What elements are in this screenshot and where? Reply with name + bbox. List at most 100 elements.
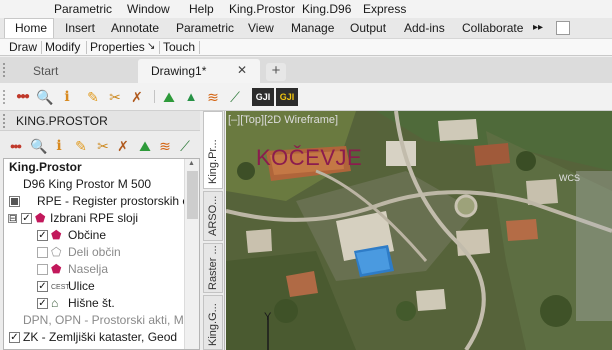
tree-item[interactable]: ⬟ Naselja xyxy=(4,261,184,278)
checkbox-partial[interactable] xyxy=(9,196,20,207)
viewcube-wcs-label[interactable]: WCS xyxy=(559,173,580,183)
drawing-viewport[interactable]: [–][Top][2D Wireframe] KOČEVJE Y WCS xyxy=(226,111,612,350)
tag-icon[interactable]: ✂ xyxy=(94,137,112,155)
close-tab-icon[interactable]: ✕ xyxy=(237,63,247,77)
tree-item-label: RPE - Register prostorskih en xyxy=(37,194,196,208)
panel-modify[interactable]: Modify xyxy=(45,40,80,54)
contour-lines-icon[interactable]: ≋ xyxy=(156,137,174,155)
tab-add-ins[interactable]: Add-ins xyxy=(404,21,445,35)
panel-separator xyxy=(41,41,42,54)
side-tab-label: Raster ... xyxy=(207,245,219,290)
ribbon-panel-bar: Draw Modify Properties ↘ Touch xyxy=(0,38,612,56)
new-tab-button[interactable]: + xyxy=(266,63,286,81)
grip-icon xyxy=(3,114,7,128)
tree-item-label: Občine xyxy=(68,228,107,242)
side-tab-king-g[interactable]: King.G... xyxy=(203,295,223,350)
panel-separator xyxy=(159,41,160,54)
tab-collaborate[interactable]: Collaborate xyxy=(462,21,523,35)
menu-bar: Parametric Window Help King.Prostor King… xyxy=(0,0,612,18)
king-prostor-palette: KING.PROSTOR ●●● 🔍 i ✎ ✂ ✗ ⛰ ≋ ⟋ King.Pr… xyxy=(0,111,225,350)
ribbon-tabs: Home Insert Annotate Parametric View Man… xyxy=(0,18,612,39)
side-tab-label: King.Pr... xyxy=(207,139,219,184)
pencil-icon[interactable]: ✎ xyxy=(72,137,90,155)
checkbox-checked[interactable]: ✓ xyxy=(9,332,20,343)
polygon-layer-icon: ⬟ xyxy=(35,211,46,225)
profile-icon[interactable]: ⟋ xyxy=(226,88,244,106)
tab-insert[interactable]: Insert xyxy=(65,21,95,35)
ribbon-minimize-icon[interactable] xyxy=(556,21,570,35)
checkbox-unchecked[interactable] xyxy=(37,247,48,258)
traffic-lights-icon[interactable]: ●●● xyxy=(13,88,31,106)
tree-item[interactable]: RPE - Register prostorskih en xyxy=(4,193,196,210)
tab-output[interactable]: Output xyxy=(350,21,386,35)
menu-parametric[interactable]: Parametric xyxy=(54,2,112,16)
panel-separator xyxy=(86,41,87,54)
tree-item[interactable]: D96 King Prostor M 500 xyxy=(4,176,184,193)
terrain-icon[interactable]: ⛰ xyxy=(160,88,178,106)
tree-root[interactable]: King.Prostor xyxy=(9,159,189,176)
ribbon-overflow-icon[interactable]: ▸▸ xyxy=(533,22,543,33)
tree-item[interactable]: ⊟ ✓ ⬟ Izbrani RPE sloji xyxy=(4,210,184,227)
gji-icon[interactable]: GJI xyxy=(252,88,274,106)
menu-king-d96[interactable]: King.D96 xyxy=(302,2,351,16)
tree-item[interactable]: ✓ CEST Ulice xyxy=(4,278,184,295)
checkbox-unchecked[interactable] xyxy=(37,264,48,275)
tab-start-label: Start xyxy=(33,64,59,78)
tree-item[interactable]: ✓ ⌂ Hišne št. xyxy=(4,295,184,312)
checkbox-checked[interactable]: ✓ xyxy=(37,281,48,292)
crossed-tools-icon[interactable]: ✗ xyxy=(128,88,146,106)
tree-item[interactable]: DPN, OPN - Prostorski akti, Min xyxy=(4,312,193,329)
tab-drawing1-label: Drawing1* xyxy=(151,64,207,78)
search-icon[interactable]: 🔍 xyxy=(36,88,54,106)
tab-start[interactable]: Start xyxy=(8,59,136,83)
checkbox-checked[interactable]: ✓ xyxy=(37,230,48,241)
tree-item-label: Deli občin xyxy=(68,245,121,259)
gji-settings-icon[interactable]: GJI xyxy=(276,88,298,106)
search-icon[interactable]: 🔍 xyxy=(30,137,48,155)
properties-launcher-icon[interactable]: ↘ xyxy=(147,41,155,52)
tab-manage[interactable]: Manage xyxy=(291,21,334,35)
info-icon[interactable]: i xyxy=(50,137,68,155)
map-text-kocevje: KOČEVJE xyxy=(256,145,363,170)
traffic-lights-icon[interactable]: ●●● xyxy=(6,137,24,155)
panel-touch[interactable]: Touch xyxy=(163,40,195,54)
checkbox-checked[interactable]: ✓ xyxy=(37,298,48,309)
info-icon[interactable]: i xyxy=(58,88,76,106)
side-tab-raster[interactable]: Raster ... xyxy=(203,243,223,293)
mountains-icon[interactable]: ▲ xyxy=(182,88,200,106)
tree-item-label: Hišne št. xyxy=(68,296,115,310)
side-tab-king-prostor[interactable]: King.Pr... xyxy=(203,111,223,189)
tab-home-label[interactable]: Home xyxy=(15,21,47,35)
tree-item[interactable]: ✓ ⬟ Občine xyxy=(4,227,184,244)
layer-tree: King.Prostor D96 King Prostor M 500 RPE … xyxy=(3,158,200,350)
tree-scrollbar[interactable]: ▲ xyxy=(184,159,199,349)
tree-item-label: D96 King Prostor M 500 xyxy=(23,177,152,191)
menu-express[interactable]: Express xyxy=(363,2,406,16)
profile-icon[interactable]: ⟋ xyxy=(176,137,194,155)
terrain-icon[interactable]: ⛰ xyxy=(136,137,154,155)
scroll-up-icon[interactable]: ▲ xyxy=(188,160,195,167)
collapse-icon[interactable]: ⊟ xyxy=(8,214,17,223)
menu-help[interactable]: Help xyxy=(189,2,214,16)
menu-king-prostor[interactable]: King.Prostor xyxy=(229,2,295,16)
scrollbar-thumb[interactable] xyxy=(187,171,198,219)
crossed-tools-icon[interactable]: ✗ xyxy=(114,137,132,155)
viewport-label[interactable]: [–][Top][2D Wireframe] xyxy=(228,114,338,126)
tree-item[interactable]: ✓ ZK - Zemljiški kataster, Geod xyxy=(4,329,184,346)
tab-annotate[interactable]: Annotate xyxy=(111,21,159,35)
menu-window[interactable]: Window xyxy=(127,2,170,16)
tree-item[interactable]: ⬠ Deli občin xyxy=(4,244,184,261)
panel-draw[interactable]: Draw xyxy=(9,40,37,54)
tag-icon[interactable]: ✂ xyxy=(106,88,124,106)
pencil-icon[interactable]: ✎ xyxy=(84,88,102,106)
contour-lines-icon[interactable]: ≋ xyxy=(204,88,222,106)
tab-view[interactable]: View xyxy=(248,21,274,35)
panel-separator xyxy=(199,41,200,54)
side-tab-arso[interactable]: ARSO... xyxy=(203,191,223,241)
tab-parametric[interactable]: Parametric xyxy=(176,21,234,35)
checkbox-checked[interactable]: ✓ xyxy=(21,213,32,224)
tab-drawing1[interactable]: Drawing1* ✕ xyxy=(138,59,260,83)
file-tab-bar: Start Drawing1* ✕ + xyxy=(0,57,612,83)
ucs-y-label: Y xyxy=(264,311,272,323)
panel-properties[interactable]: Properties xyxy=(90,40,145,54)
